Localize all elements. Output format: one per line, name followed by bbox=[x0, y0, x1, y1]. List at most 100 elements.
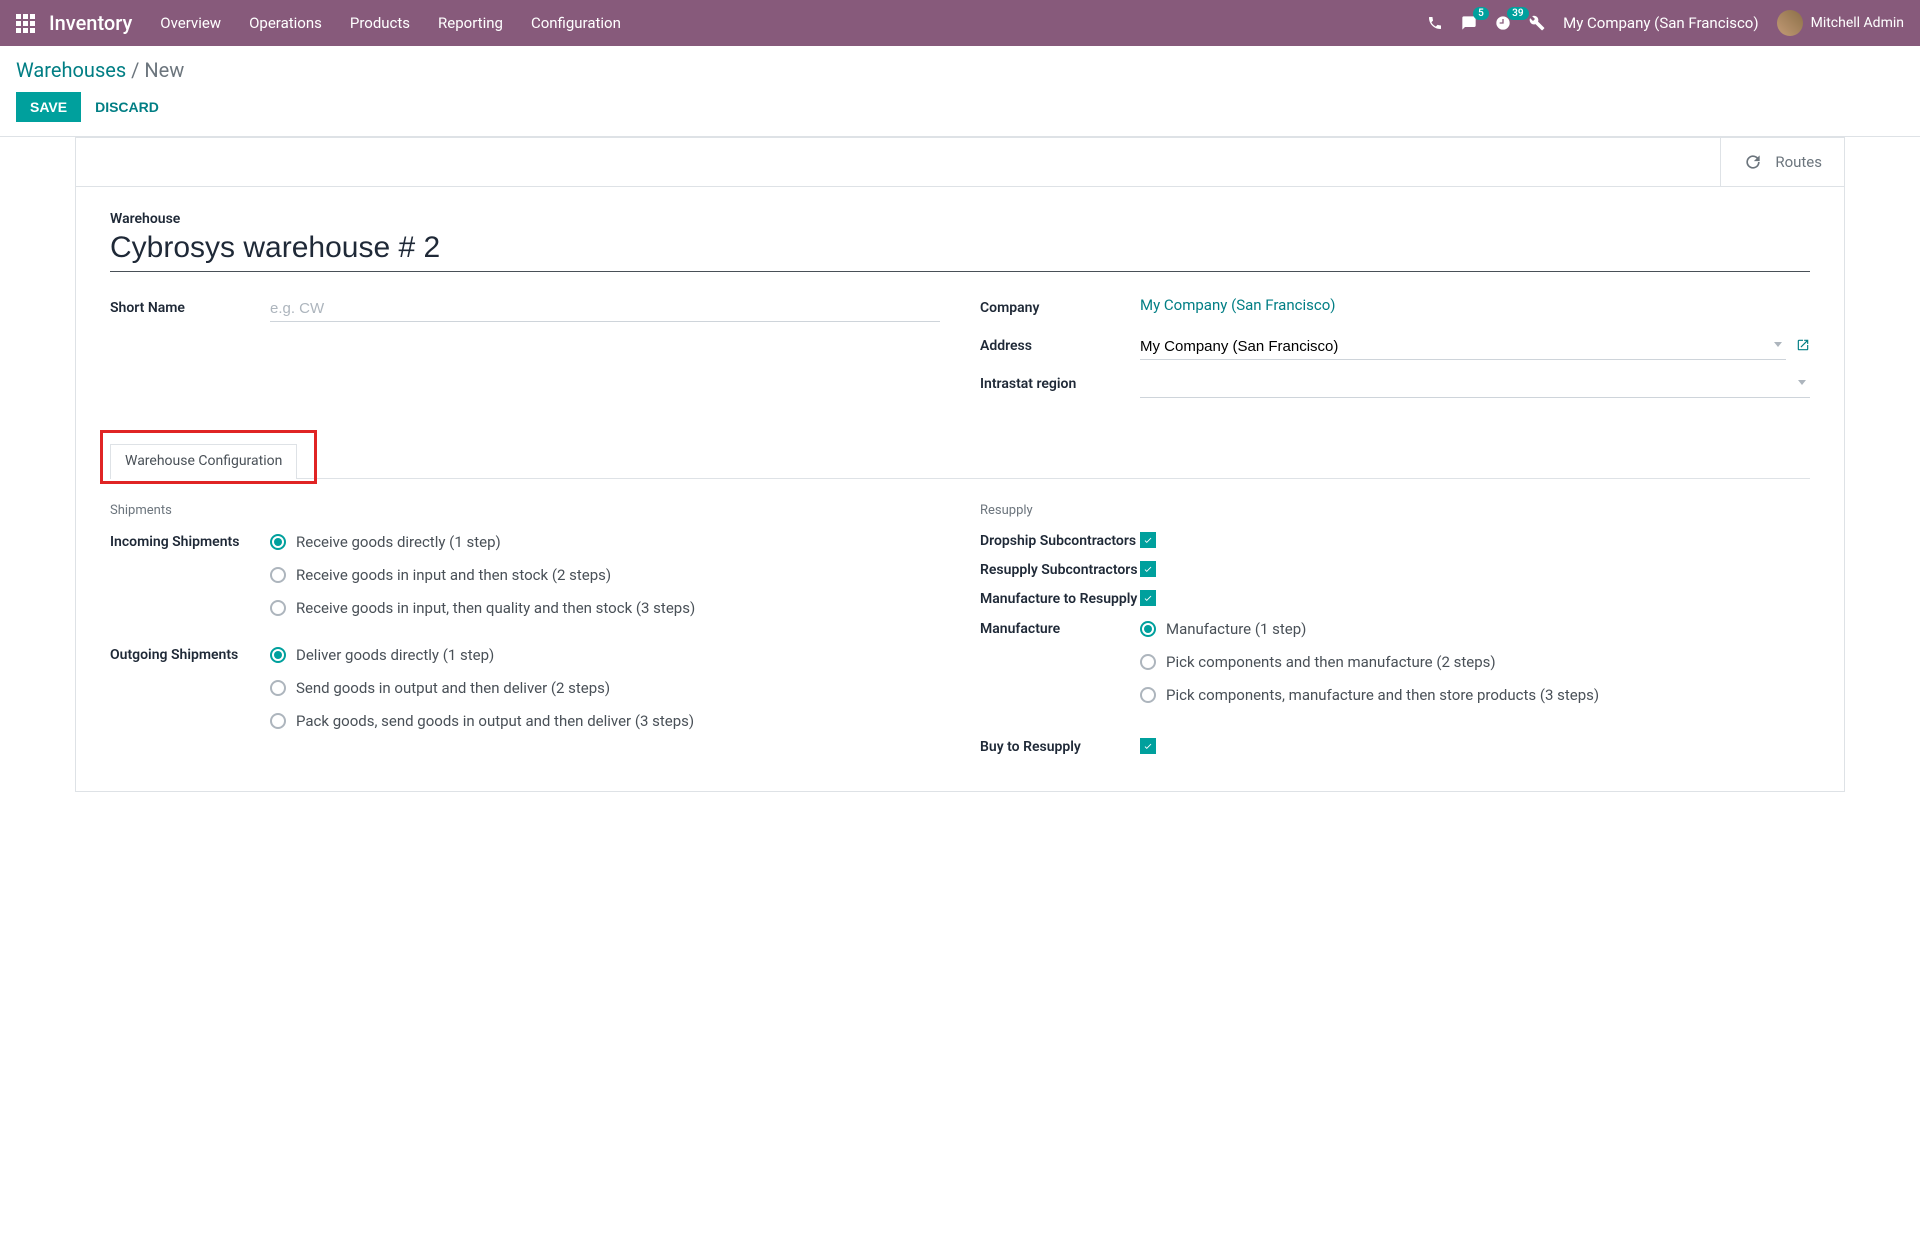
outgoing-label: Outgoing Shipments bbox=[110, 645, 270, 663]
nav-operations[interactable]: Operations bbox=[249, 14, 322, 32]
short-name-row: Short Name bbox=[110, 296, 940, 326]
chevron-down-icon[interactable] bbox=[1774, 342, 1782, 347]
company-row: Company My Company (San Francisco) bbox=[980, 296, 1810, 326]
incoming-opt-1[interactable]: Receive goods directly (1 step) bbox=[270, 532, 940, 553]
resupply-sub-checkbox[interactable] bbox=[1140, 561, 1156, 577]
intrastat-label: Intrastat region bbox=[980, 372, 1140, 392]
incoming-opt-2[interactable]: Receive goods in input and then stock (2… bbox=[270, 565, 940, 586]
chevron-down-icon[interactable] bbox=[1798, 380, 1806, 385]
outgoing-opt-3[interactable]: Pack goods, send goods in output and the… bbox=[270, 711, 940, 732]
check-icon bbox=[1143, 741, 1153, 751]
nav-products[interactable]: Products bbox=[350, 14, 410, 32]
nav-overview[interactable]: Overview bbox=[160, 14, 221, 32]
manufacture-opt-1[interactable]: Manufacture (1 step) bbox=[1140, 619, 1810, 640]
outgoing-opt-1[interactable]: Deliver goods directly (1 step) bbox=[270, 645, 940, 666]
outgoing-opt-2[interactable]: Send goods in output and then deliver (2… bbox=[270, 678, 940, 699]
manuf-resupply-row: Manufacture to Resupply bbox=[980, 590, 1810, 609]
nav-configuration[interactable]: Configuration bbox=[531, 14, 621, 32]
shipments-col: Shipments Incoming Shipments Receive goo… bbox=[110, 503, 940, 767]
user-name: Mitchell Admin bbox=[1811, 15, 1904, 31]
breadcrumb-current: New bbox=[144, 58, 184, 82]
resupply-sub-label: Resupply Subcontractors bbox=[980, 561, 1140, 580]
radio-icon bbox=[270, 713, 286, 729]
radio-icon bbox=[1140, 687, 1156, 703]
manufacture-group: Manufacture Manufacture (1 step) Pick co… bbox=[980, 619, 1810, 718]
nav-right: 5 39 My Company (San Francisco) Mitchell… bbox=[1427, 10, 1904, 36]
company-value[interactable]: My Company (San Francisco) bbox=[1140, 296, 1335, 314]
check-icon bbox=[1143, 593, 1153, 603]
routes-label: Routes bbox=[1775, 153, 1822, 171]
tabs: Warehouse Configuration bbox=[110, 444, 1810, 479]
tabs-area: Warehouse Configuration Shipments Incomi… bbox=[110, 444, 1810, 767]
radio-icon bbox=[270, 600, 286, 616]
manufacture-radio-group: Manufacture (1 step) Pick components and… bbox=[1140, 619, 1810, 718]
short-name-input[interactable] bbox=[270, 296, 940, 322]
address-label: Address bbox=[980, 334, 1140, 354]
refresh-icon bbox=[1743, 152, 1763, 172]
debug-icon[interactable] bbox=[1529, 15, 1545, 31]
manufacture-opt-3[interactable]: Pick components, manufacture and then st… bbox=[1140, 685, 1810, 706]
nav-links: Overview Operations Products Reporting C… bbox=[160, 14, 1427, 32]
buy-resupply-checkbox[interactable] bbox=[1140, 738, 1156, 754]
warehouse-name-input[interactable] bbox=[110, 229, 1810, 272]
manuf-resupply-checkbox[interactable] bbox=[1140, 590, 1156, 606]
save-button[interactable]: SAVE bbox=[16, 92, 81, 122]
resupply-sub-row: Resupply Subcontractors bbox=[980, 561, 1810, 580]
outgoing-radio-group: Deliver goods directly (1 step) Send goo… bbox=[270, 645, 940, 744]
company-selector[interactable]: My Company (San Francisco) bbox=[1563, 14, 1758, 32]
two-col: Short Name Company My Company (San Franc… bbox=[110, 296, 1810, 410]
user-menu[interactable]: Mitchell Admin bbox=[1777, 10, 1904, 36]
radio-icon bbox=[270, 567, 286, 583]
company-label: Company bbox=[980, 296, 1140, 316]
left-col: Short Name bbox=[110, 296, 940, 410]
address-input[interactable] bbox=[1140, 334, 1786, 360]
form-body: Warehouse Short Name Company My C bbox=[76, 187, 1844, 791]
routes-stat-button[interactable]: Routes bbox=[1720, 138, 1844, 186]
messages-badge: 5 bbox=[1473, 7, 1489, 20]
resupply-title: Resupply bbox=[980, 503, 1810, 518]
manufacture-opt-2[interactable]: Pick components and then manufacture (2 … bbox=[1140, 652, 1810, 673]
form-buttons: SAVE DISCARD bbox=[16, 92, 1904, 122]
intrastat-input[interactable] bbox=[1140, 372, 1810, 398]
check-icon bbox=[1143, 564, 1153, 574]
short-name-label: Short Name bbox=[110, 296, 270, 316]
radio-icon bbox=[270, 647, 286, 663]
radio-icon bbox=[270, 534, 286, 550]
tab-warehouse-config[interactable]: Warehouse Configuration bbox=[110, 444, 297, 479]
breadcrumb-sep: / bbox=[131, 58, 144, 82]
external-link-icon[interactable] bbox=[1796, 338, 1810, 356]
form-sheet: Routes Warehouse Short Name Company bbox=[75, 137, 1845, 792]
check-icon bbox=[1143, 535, 1153, 545]
breadcrumb: Warehouses / New bbox=[16, 58, 1904, 82]
dropship-row: Dropship Subcontractors bbox=[980, 532, 1810, 551]
messages-icon[interactable]: 5 bbox=[1461, 15, 1477, 31]
top-nav: Inventory Overview Operations Products R… bbox=[0, 0, 1920, 46]
apps-icon[interactable] bbox=[16, 14, 35, 33]
manuf-resupply-label: Manufacture to Resupply bbox=[980, 590, 1140, 609]
discard-button[interactable]: DISCARD bbox=[95, 99, 159, 115]
activities-badge: 39 bbox=[1507, 7, 1528, 20]
tab-content: Shipments Incoming Shipments Receive goo… bbox=[110, 479, 1810, 767]
outgoing-shipments-group: Outgoing Shipments Deliver goods directl… bbox=[110, 645, 940, 744]
app-brand[interactable]: Inventory bbox=[49, 11, 132, 35]
nav-reporting[interactable]: Reporting bbox=[438, 14, 503, 32]
dropship-checkbox[interactable] bbox=[1140, 532, 1156, 548]
incoming-opt-3[interactable]: Receive goods in input, then quality and… bbox=[270, 598, 940, 619]
breadcrumb-parent[interactable]: Warehouses bbox=[16, 58, 126, 82]
resupply-col: Resupply Dropship Subcontractors Resuppl… bbox=[980, 503, 1810, 767]
radio-icon bbox=[1140, 654, 1156, 670]
dropship-label: Dropship Subcontractors bbox=[980, 532, 1140, 551]
shipments-title: Shipments bbox=[110, 503, 940, 518]
incoming-label: Incoming Shipments bbox=[110, 532, 270, 550]
avatar bbox=[1777, 10, 1803, 36]
button-box: Routes bbox=[76, 138, 1844, 187]
activities-icon[interactable]: 39 bbox=[1495, 15, 1511, 31]
control-bar: Warehouses / New SAVE DISCARD bbox=[0, 46, 1920, 122]
address-row: Address bbox=[980, 334, 1810, 364]
radio-icon bbox=[270, 680, 286, 696]
form-wrap: Routes Warehouse Short Name Company bbox=[0, 137, 1920, 832]
buy-resupply-label: Buy to Resupply bbox=[980, 738, 1140, 757]
warehouse-label: Warehouse bbox=[110, 211, 1810, 227]
radio-icon bbox=[1140, 621, 1156, 637]
phone-icon[interactable] bbox=[1427, 15, 1443, 31]
